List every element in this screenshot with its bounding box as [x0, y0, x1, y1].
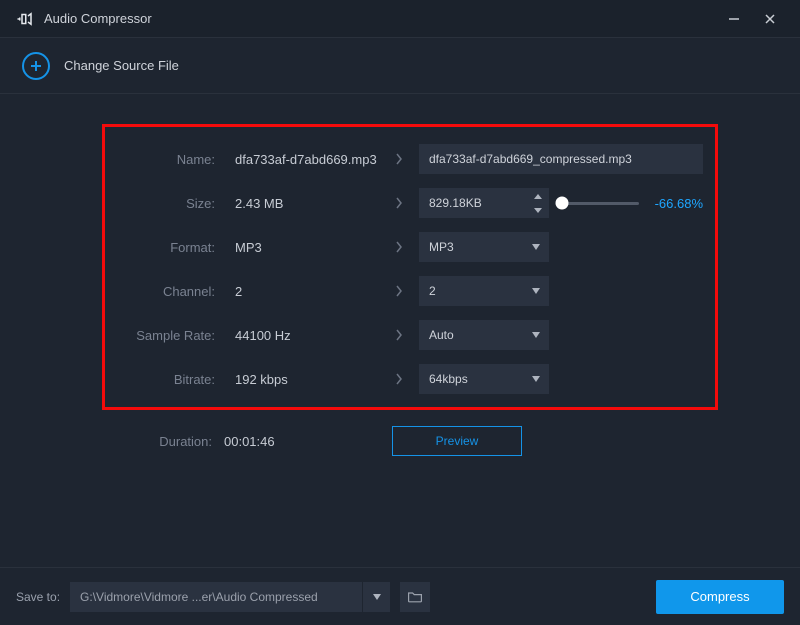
compress-button[interactable]: Compress: [656, 580, 784, 614]
format-source-value: MP3: [223, 240, 379, 255]
channel-source-value: 2: [223, 284, 379, 299]
stepper-up-icon[interactable]: [533, 189, 543, 203]
chevron-right-icon: [387, 196, 411, 210]
change-source-label[interactable]: Change Source File: [64, 58, 179, 73]
format-label: Format:: [117, 240, 215, 255]
highlight-box: Name: dfa733af-d7abd669.mp3 Size: 2.43 M…: [102, 124, 718, 410]
row-bitrate: Bitrate: 192 kbps 64kbps: [117, 357, 703, 401]
compress-button-label: Compress: [690, 589, 749, 604]
channel-select-value: 2: [429, 284, 531, 298]
titlebar: Audio Compressor: [0, 0, 800, 38]
chevron-down-icon: [531, 372, 541, 386]
saveto-label: Save to:: [16, 590, 60, 604]
bitrate-source-value: 192 kbps: [223, 372, 379, 387]
window-close-button[interactable]: [752, 0, 788, 38]
bitrate-label: Bitrate:: [117, 372, 215, 387]
chevron-down-icon: [531, 284, 541, 298]
row-sample-rate: Sample Rate: 44100 Hz Auto: [117, 313, 703, 357]
chevron-down-icon: [531, 240, 541, 254]
stepper-down-icon[interactable]: [533, 203, 543, 217]
format-select[interactable]: MP3: [419, 232, 549, 262]
size-slider-thumb[interactable]: [556, 197, 569, 210]
open-folder-button[interactable]: [400, 582, 430, 612]
size-slider[interactable]: [559, 202, 639, 205]
output-name-input[interactable]: [419, 144, 703, 174]
main-panel: Name: dfa733af-d7abd669.mp3 Size: 2.43 M…: [0, 94, 800, 567]
chevron-right-icon: [387, 372, 411, 386]
app-title: Audio Compressor: [44, 11, 152, 26]
app-audio-icon: [16, 10, 34, 28]
channel-select[interactable]: 2: [419, 276, 549, 306]
saveto-path-value: G:\Vidmore\Vidmore ...er\Audio Compresse…: [80, 590, 362, 604]
sample-rate-select-value: Auto: [429, 328, 531, 342]
size-source-value: 2.43 MB: [223, 196, 379, 211]
chevron-down-icon: [531, 328, 541, 342]
sample-rate-label: Sample Rate:: [117, 328, 215, 343]
duration-value: 00:01:46: [212, 434, 368, 449]
name-source-value: dfa733af-d7abd669.mp3: [223, 152, 379, 167]
change-source-button[interactable]: [22, 52, 50, 80]
window-minimize-button[interactable]: [716, 0, 752, 38]
name-label: Name:: [117, 152, 215, 167]
row-duration: Duration: 00:01:46 Preview: [114, 420, 706, 462]
duration-label: Duration:: [114, 434, 212, 449]
chevron-right-icon: [387, 240, 411, 254]
change-source-row: Change Source File: [0, 38, 800, 94]
bitrate-select[interactable]: 64kbps: [419, 364, 549, 394]
saveto-dropdown-button[interactable]: [362, 582, 390, 612]
sample-rate-source-value: 44100 Hz: [223, 328, 379, 343]
saveto-path-select[interactable]: G:\Vidmore\Vidmore ...er\Audio Compresse…: [70, 582, 390, 612]
sample-rate-select[interactable]: Auto: [419, 320, 549, 350]
chevron-right-icon: [387, 328, 411, 342]
size-label: Size:: [117, 196, 215, 211]
row-size: Size: 2.43 MB 829.18KB -66.68%: [117, 181, 703, 225]
row-channel: Channel: 2 2: [117, 269, 703, 313]
chevron-right-icon: [387, 152, 411, 166]
size-target-stepper[interactable]: 829.18KB: [419, 188, 549, 218]
size-reduction-pct: -66.68%: [647, 196, 703, 211]
channel-label: Channel:: [117, 284, 215, 299]
preview-button[interactable]: Preview: [392, 426, 522, 456]
bitrate-select-value: 64kbps: [429, 372, 531, 386]
format-select-value: MP3: [429, 240, 531, 254]
size-target-value: 829.18KB: [429, 196, 533, 210]
row-name: Name: dfa733af-d7abd669.mp3: [117, 137, 703, 181]
chevron-right-icon: [387, 284, 411, 298]
footer: Save to: G:\Vidmore\Vidmore ...er\Audio …: [0, 567, 800, 625]
preview-button-label: Preview: [436, 434, 479, 448]
row-format: Format: MP3 MP3: [117, 225, 703, 269]
